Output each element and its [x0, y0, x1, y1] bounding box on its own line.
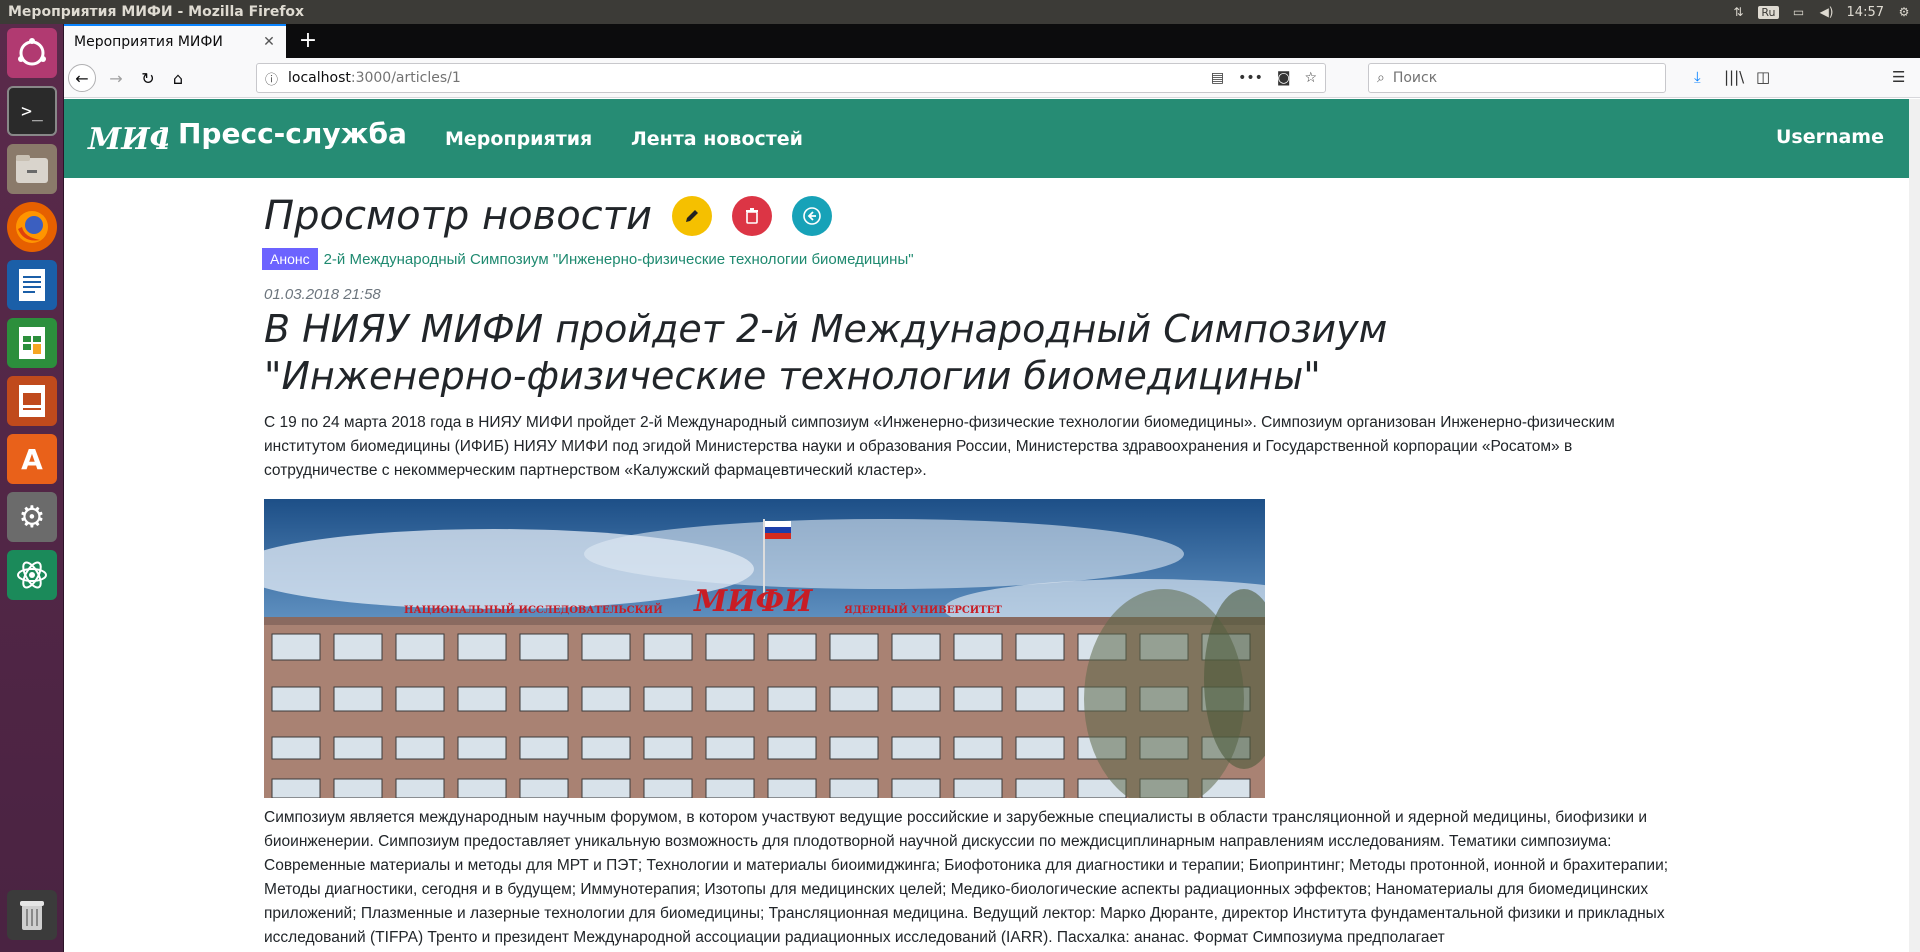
software-center-icon[interactable]: A: [7, 434, 57, 484]
article-title: В НИЯУ МИФИ пройдет 2-й Международный Си…: [264, 307, 1388, 398]
trash-icon[interactable]: [7, 890, 57, 940]
ubuntu-launcher: >_ A ⚙: [0, 24, 64, 952]
sidebar-icon[interactable]: ◫: [1756, 68, 1770, 86]
browser-tab-bar: Мероприятия МИФИ ✕ +: [64, 24, 1920, 58]
bookmark-star-icon[interactable]: ☆: [1304, 70, 1317, 86]
category-badge: Анонс: [262, 248, 318, 270]
brand-name[interactable]: Пресс-служба: [178, 117, 407, 150]
atom-editor-icon[interactable]: [7, 550, 57, 600]
article-body: Симпозиум является международным научным…: [264, 809, 1669, 946]
writer-icon[interactable]: [7, 260, 57, 310]
search-icon: ⌕: [1377, 70, 1385, 86]
forward-button[interactable]: →: [102, 64, 130, 92]
photo-sign-logo: МИФИ: [693, 584, 814, 619]
back-button[interactable]: ←: [68, 64, 96, 92]
user-menu[interactable]: Username: [1776, 126, 1884, 148]
tab-title: Мероприятия МИФИ: [74, 34, 223, 50]
nav-link-news[interactable]: Лента новостей: [631, 128, 803, 150]
battery-icon[interactable]: ▭: [1791, 5, 1807, 19]
url-host: localhost: [288, 70, 351, 86]
url-path: :3000/articles/1: [350, 70, 461, 86]
site-navbar: МИФИ Пресс-служба Мероприятия Лента ново…: [64, 99, 1909, 178]
system-tray: ⇅ Ru ▭ ◀) 14:57 ⚙: [1730, 5, 1912, 20]
article-photo: НАЦИОНАЛЬНЫЙ ИССЛЕДОВАТЕЛЬСКИЙ МИФИ ЯДЕР…: [264, 499, 1265, 798]
svg-text:МИФИ: МИФИ: [87, 122, 168, 157]
search-placeholder: Поиск: [1392, 70, 1438, 86]
trash-icon: [745, 208, 758, 224]
system-settings-icon[interactable]: ⚙: [7, 492, 57, 542]
tab-close-icon[interactable]: ✕: [260, 34, 278, 50]
power-gear-icon[interactable]: ⚙: [1896, 5, 1912, 19]
photo-sign-left: НАЦИОНАЛЬНЫЙ ИССЛЕДОВАТЕЛЬСКИЙ: [404, 603, 663, 616]
url-bar[interactable]: ⓘ localhost :3000/articles/1 ▤ ••• ◙ ☆: [256, 63, 1326, 93]
home-button[interactable]: ⌂: [164, 64, 192, 92]
files-icon[interactable]: [7, 144, 57, 194]
arrow-left-circle-icon: [803, 207, 821, 225]
edit-button[interactable]: [671, 196, 712, 236]
browser-navbar: ← → ↻ ⌂ ⓘ localhost :3000/articles/1 ▤ •…: [64, 58, 1920, 98]
downloads-icon[interactable]: ⤓: [1694, 68, 1701, 86]
page-info-icon[interactable]: ⓘ: [265, 69, 278, 88]
page-heading-row: Просмотр новости: [264, 192, 832, 240]
page-title: Просмотр новости: [264, 193, 652, 239]
clock[interactable]: 14:57: [1847, 5, 1884, 20]
browser-tab-active[interactable]: Мероприятия МИФИ ✕: [64, 24, 286, 58]
dash-icon[interactable]: [7, 28, 57, 78]
delete-button[interactable]: [731, 196, 772, 236]
firefox-icon[interactable]: [7, 202, 57, 252]
reader-view-icon[interactable]: ▤: [1211, 70, 1224, 86]
library-icon[interactable]: |||\: [1724, 68, 1744, 86]
reload-button[interactable]: ↻: [134, 64, 162, 92]
photo-sign-right: ЯДЕРНЫЙ УНИВЕРСИТЕТ: [844, 603, 1002, 616]
page-scrollbar[interactable]: [1909, 99, 1920, 952]
volume-icon[interactable]: ◀): [1819, 5, 1835, 19]
impress-icon[interactable]: [7, 376, 57, 426]
window-title: Мероприятия МИФИ - Mozilla Firefox: [8, 4, 305, 20]
network-icon[interactable]: ⇅: [1730, 5, 1746, 19]
new-tab-button[interactable]: +: [294, 28, 322, 54]
article-lead: С 19 по 24 марта 2018 года в НИЯУ МИФИ п…: [264, 414, 1615, 479]
page-actions-icon[interactable]: •••: [1238, 70, 1263, 86]
keyboard-layout-indicator[interactable]: Ru: [1758, 5, 1779, 19]
publish-date: 01.03.2018 21:58: [264, 286, 381, 303]
system-top-panel: Мероприятия МИФИ - Mozilla Firefox ⇅ Ru …: [0, 0, 1920, 24]
menu-icon[interactable]: ☰: [1892, 68, 1905, 86]
back-to-list-button[interactable]: [791, 196, 832, 236]
event-link[interactable]: 2-й Международный Симпозиум "Инженерно-ф…: [324, 251, 914, 268]
url-actions: ▤ ••• ◙ ☆: [1211, 70, 1317, 86]
terminal-icon[interactable]: >_: [7, 86, 57, 136]
event-reference: Анонс 2-й Международный Симпозиум "Инжен…: [262, 248, 914, 270]
nav-link-events[interactable]: Мероприятия: [445, 128, 592, 150]
pencil-icon: [685, 210, 698, 222]
search-input[interactable]: ⌕ Поиск: [1368, 63, 1666, 93]
pocket-icon[interactable]: ◙: [1277, 70, 1291, 86]
calc-icon[interactable]: [7, 318, 57, 368]
mephi-logo[interactable]: МИФИ: [86, 117, 168, 157]
